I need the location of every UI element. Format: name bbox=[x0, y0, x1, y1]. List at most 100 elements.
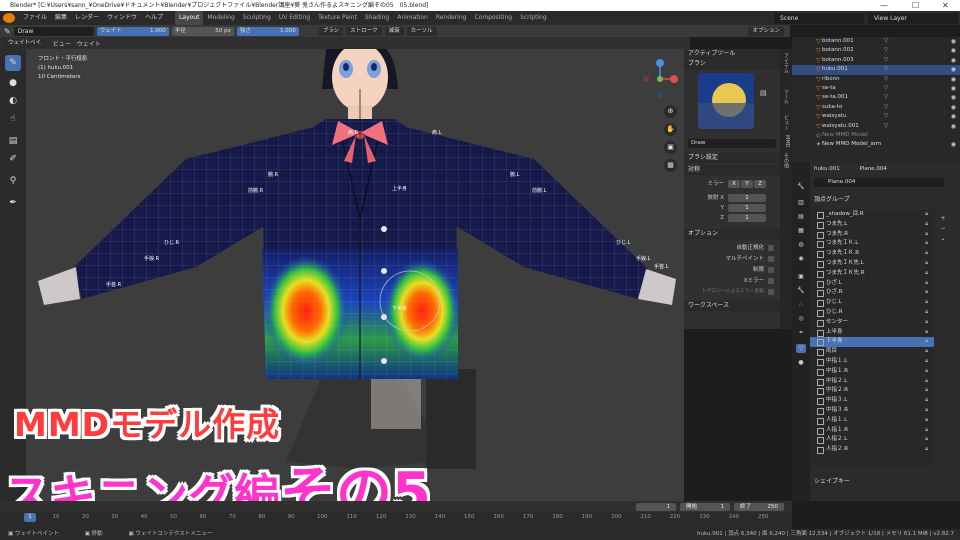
vertex-group-item[interactable]: 上半身 🔒︎ bbox=[810, 328, 934, 338]
vertex-group-item[interactable]: 人指２.L 🔒︎ bbox=[810, 435, 934, 445]
radius-slider[interactable]: 半径 50 px bbox=[171, 26, 234, 36]
restrict-checkbox[interactable] bbox=[768, 267, 774, 273]
weight-slider[interactable]: ウェイト 1.000 bbox=[96, 26, 169, 36]
add-group-icon[interactable]: + bbox=[938, 214, 948, 224]
outliner-row[interactable]: ▽ botann.003 ▽ ◉ bbox=[792, 56, 960, 65]
vertex-group-item[interactable]: 人指１.L 🔒︎ bbox=[810, 416, 934, 426]
workspace-header[interactable]: ワークスペース bbox=[684, 301, 780, 311]
grid-view-icon[interactable]: ▦ bbox=[664, 159, 677, 172]
tab-sculpting[interactable]: Sculpting bbox=[239, 11, 275, 25]
vertex-group-item[interactable]: 中指２.L 🔒︎ bbox=[810, 377, 934, 387]
vertex-group-item[interactable]: 中指１.R 🔒︎ bbox=[810, 367, 934, 377]
cursor-menu[interactable]: カーソル bbox=[406, 26, 437, 36]
vertex-group-item[interactable]: つま先.L 🔒︎ bbox=[810, 220, 934, 230]
draw-tool-icon[interactable]: ✎ bbox=[5, 55, 21, 71]
tab-rendering[interactable]: Rendering bbox=[432, 11, 471, 25]
vertex-group-item[interactable]: ひじ.L 🔒︎ bbox=[810, 298, 934, 308]
mesh-data-props-icon[interactable]: ▽ bbox=[796, 344, 806, 353]
vertex-group-item[interactable]: 中指２.R 🔒︎ bbox=[810, 386, 934, 396]
view-layer-props-icon[interactable]: ▦ bbox=[796, 226, 806, 235]
outliner-row[interactable]: ▽ botann.001 ▽ ◉ bbox=[792, 37, 960, 46]
camera-icon[interactable]: ▣ bbox=[664, 141, 677, 154]
minimize-button[interactable]: — bbox=[880, 0, 888, 11]
menu-view[interactable]: ビュー bbox=[53, 39, 71, 48]
brush-tool-icon[interactable]: ✎ bbox=[4, 27, 11, 36]
tab-tool[interactable]: ツール bbox=[782, 89, 790, 104]
blender-logo-icon[interactable] bbox=[3, 13, 15, 23]
menu-weight[interactable]: ウェイト bbox=[77, 39, 101, 48]
mode-selector[interactable]: ウェイトペイ. bbox=[4, 38, 47, 48]
brush-browse-icon[interactable]: ▤ bbox=[760, 89, 767, 97]
tab-view[interactable]: ビュー bbox=[782, 115, 790, 130]
falloff-menu[interactable]: 減衰 bbox=[384, 26, 404, 36]
vertex-groups-list[interactable]: _shadow_目.R 🔒︎ つま先.L 🔒︎ つま先.R 🔒︎ つま先ＩＫ.L 🔒︎ … bbox=[810, 210, 934, 466]
tool-props-icon[interactable]: 🔧 bbox=[796, 182, 806, 191]
gradient-tool-icon[interactable]: ▤ bbox=[5, 133, 21, 149]
active-tool-header[interactable]: アクティブツール bbox=[684, 49, 780, 59]
tab-mmd[interactable]: MMD bbox=[782, 135, 790, 147]
menu-render[interactable]: レンダー bbox=[71, 11, 103, 25]
outliner-row[interactable]: ▽ waisyatu ▽ ◉ bbox=[792, 112, 960, 121]
smear-tool-icon[interactable]: ☝ bbox=[5, 111, 21, 127]
strength-slider[interactable]: 強さ 1.000 bbox=[236, 26, 299, 36]
outliner-row-selected[interactable]: ▽ huku.001 ▽ ◉ bbox=[792, 65, 960, 75]
mirror-x-toggle[interactable]: X bbox=[728, 180, 740, 188]
vertex-group-item[interactable]: つま先.R 🔒︎ bbox=[810, 230, 934, 240]
vertex-group-item[interactable]: つま先ＩＫ先.L 🔒︎ bbox=[810, 259, 934, 269]
options-header[interactable]: オプション bbox=[684, 229, 780, 239]
tab-modeling[interactable]: Modeling bbox=[203, 11, 238, 25]
tab-uv-editing[interactable]: UV Editing bbox=[275, 11, 314, 25]
brush-name-selector[interactable]: Draw bbox=[688, 139, 776, 148]
outliner-row[interactable]: ▽ botann.002 ▽ ◉ bbox=[792, 46, 960, 55]
remove-group-icon[interactable]: − bbox=[938, 224, 948, 234]
average-tool-icon[interactable]: ◐ bbox=[5, 93, 21, 109]
symmetry-header[interactable]: 対称 bbox=[684, 165, 780, 175]
scene-props-icon[interactable]: ◍ bbox=[796, 240, 806, 249]
brush-settings-header[interactable]: ブラシ設定 bbox=[684, 153, 780, 163]
tab-layout[interactable]: Layout bbox=[175, 11, 204, 25]
world-props-icon[interactable]: ◉ bbox=[796, 254, 806, 263]
tab-scripting[interactable]: Scripting bbox=[516, 11, 551, 25]
shape-keys-header[interactable]: シェイプキー bbox=[814, 476, 850, 485]
current-frame-field[interactable]: 1 bbox=[636, 502, 676, 511]
frame-end-field[interactable]: 終了 250 bbox=[734, 502, 784, 511]
tab-item[interactable]: アイテム bbox=[782, 53, 790, 73]
specials-menu-icon[interactable]: ⌄ bbox=[938, 234, 948, 244]
vertex-group-item[interactable]: ひざ.L 🔒︎ bbox=[810, 279, 934, 289]
tab-animation[interactable]: Animation bbox=[393, 11, 432, 25]
brush-section-header[interactable]: ブラシ bbox=[684, 59, 780, 69]
vertex-group-item[interactable]: 中指３.L 🔒︎ bbox=[810, 396, 934, 406]
radial-y-field[interactable]: 1 bbox=[728, 204, 766, 212]
outliner-row[interactable]: ▽ waisyatu.001 ▽ ◉ bbox=[792, 122, 960, 131]
mirror-z-toggle[interactable]: Z bbox=[754, 180, 766, 188]
frame-start-field[interactable]: 開始 1 bbox=[680, 502, 730, 511]
stroke-menu[interactable]: ストローク bbox=[346, 26, 382, 36]
physics-props-icon[interactable]: ◎ bbox=[796, 314, 806, 323]
options-menu[interactable]: オプション bbox=[748, 26, 784, 36]
outliner-row[interactable]: ▽ suka-to ▽ ◉ bbox=[792, 103, 960, 112]
outliner-row[interactable]: ✦ New MMD Model_arm ◉ bbox=[792, 140, 960, 149]
vertex-groups-header[interactable]: 頂点グループ bbox=[814, 194, 850, 203]
vertex-group-item[interactable]: 中指１.L 🔒︎ bbox=[810, 357, 934, 367]
vertex-group-item-selected[interactable]: 下半身 🔒︎ bbox=[810, 337, 934, 348]
vertex-group-item[interactable]: センター 🔒︎ bbox=[810, 318, 934, 328]
menu-help[interactable]: ヘルプ bbox=[141, 11, 167, 25]
tab-misc[interactable]: その他 bbox=[782, 153, 790, 168]
outliner-row[interactable]: ▽ se-ta.001 ▽ ◉ bbox=[792, 93, 960, 102]
view-layer-selector[interactable]: View Layer bbox=[868, 12, 958, 24]
material-props-icon[interactable]: ● bbox=[796, 358, 806, 367]
render-props-icon[interactable]: ▥ bbox=[796, 198, 806, 207]
mesh-data-field[interactable]: Plane.004 bbox=[814, 178, 944, 187]
menu-edit[interactable]: 編集 bbox=[51, 11, 71, 25]
close-button[interactable]: ✕ bbox=[942, 0, 949, 11]
playhead[interactable]: 1 bbox=[24, 513, 36, 522]
vertex-group-item[interactable]: つま先ＩＫ.L 🔒︎ bbox=[810, 239, 934, 249]
navigation-gizmo[interactable] bbox=[640, 59, 680, 99]
multipaint-checkbox[interactable] bbox=[768, 256, 774, 262]
outliner-row[interactable]: ▽ se-ta ▽ ◉ bbox=[792, 84, 960, 93]
constraints-props-icon[interactable]: ⚭ bbox=[796, 328, 806, 337]
brush-name-field[interactable]: Draw bbox=[13, 26, 94, 36]
scene-selector[interactable]: Scene bbox=[774, 12, 864, 24]
zoom-icon[interactable]: ⊕ bbox=[664, 105, 677, 118]
vertex-group-item[interactable]: つま先ＩＫ.R 🔒︎ bbox=[810, 249, 934, 259]
